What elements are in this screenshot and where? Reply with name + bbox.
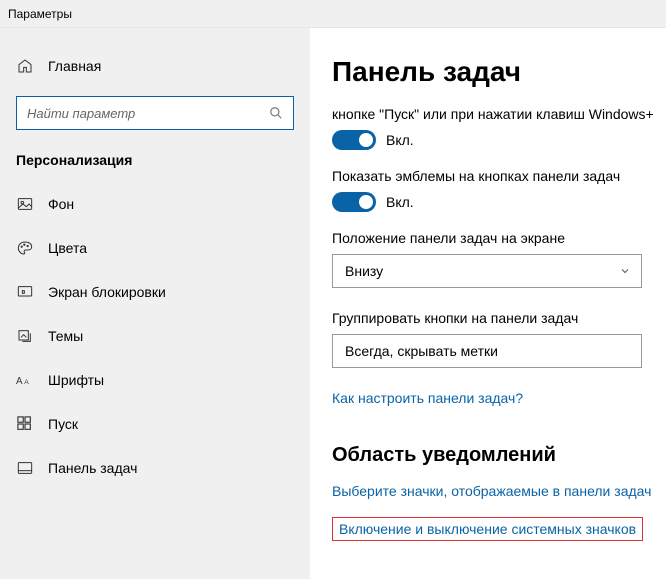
window-title: Параметры [8, 7, 72, 21]
position-dropdown-value: Внизу [345, 263, 383, 279]
sidebar-item-background[interactable]: Фон [0, 182, 310, 226]
grouping-label: Группировать кнопки на панели задач [332, 310, 666, 326]
sidebar-item-start[interactable]: Пуск [0, 402, 310, 446]
svg-text:A: A [16, 376, 23, 387]
lockscreen-icon [16, 283, 34, 301]
sidebar-item-label: Цвета [48, 240, 87, 256]
home-label: Главная [48, 58, 101, 74]
chevron-down-icon [619, 265, 631, 277]
palette-icon [16, 239, 34, 257]
sidebar-item-label: Темы [48, 328, 83, 344]
sidebar-item-colors[interactable]: Цвета [0, 226, 310, 270]
sidebar-item-taskbar[interactable]: Панель задач [0, 446, 310, 490]
toggle-state-label: Вкл. [386, 194, 414, 210]
home-icon [16, 57, 34, 75]
search-input[interactable] [27, 106, 269, 121]
search-box[interactable] [16, 96, 294, 130]
link-configure-taskbar[interactable]: Как настроить панели задач? [332, 390, 523, 406]
sidebar-item-fonts[interactable]: AA Шрифты [0, 358, 310, 402]
position-label: Положение панели задач на экране [332, 230, 666, 246]
picture-icon [16, 195, 34, 213]
sidebar: Главная Персонализация Фон Цвета [0, 28, 310, 579]
page-heading: Панель задач [332, 56, 666, 88]
toggle-start-replace[interactable] [332, 130, 376, 150]
sidebar-item-label: Фон [48, 196, 74, 212]
grouping-dropdown[interactable]: Всегда, скрывать метки [332, 334, 642, 368]
themes-icon [16, 327, 34, 345]
main-content: Панель задач кнопке "Пуск" или при нажат… [310, 28, 666, 579]
setting-label-start-replace: кнопке "Пуск" или при нажатии клавиш Win… [332, 106, 666, 122]
sidebar-item-label: Шрифты [48, 372, 104, 388]
sidebar-item-lockscreen[interactable]: Экран блокировки [0, 270, 310, 314]
start-icon [16, 415, 34, 433]
position-dropdown[interactable]: Внизу [332, 254, 642, 288]
grouping-dropdown-value: Всегда, скрывать метки [345, 343, 498, 359]
setting-label-badges: Показать эмблемы на кнопках панели задач [332, 168, 666, 184]
toggle-badges[interactable] [332, 192, 376, 212]
sidebar-item-label: Пуск [48, 416, 78, 432]
link-system-icons[interactable]: Включение и выключение системных значков [332, 517, 643, 541]
fonts-icon: AA [16, 371, 34, 389]
link-select-icons[interactable]: Выберите значки, отображаемые в панели з… [332, 483, 651, 499]
window-titlebar: Параметры [0, 0, 666, 28]
toggle-state-label: Вкл. [386, 132, 414, 148]
taskbar-icon [16, 459, 34, 477]
sidebar-item-label: Экран блокировки [48, 284, 166, 300]
sidebar-item-label: Панель задач [48, 460, 137, 476]
sidebar-item-themes[interactable]: Темы [0, 314, 310, 358]
svg-text:A: A [24, 379, 29, 386]
notification-area-heading: Область уведомлений [332, 444, 666, 467]
category-title: Персонализация [0, 130, 310, 182]
home-nav-item[interactable]: Главная [0, 46, 310, 86]
search-icon [269, 106, 283, 120]
